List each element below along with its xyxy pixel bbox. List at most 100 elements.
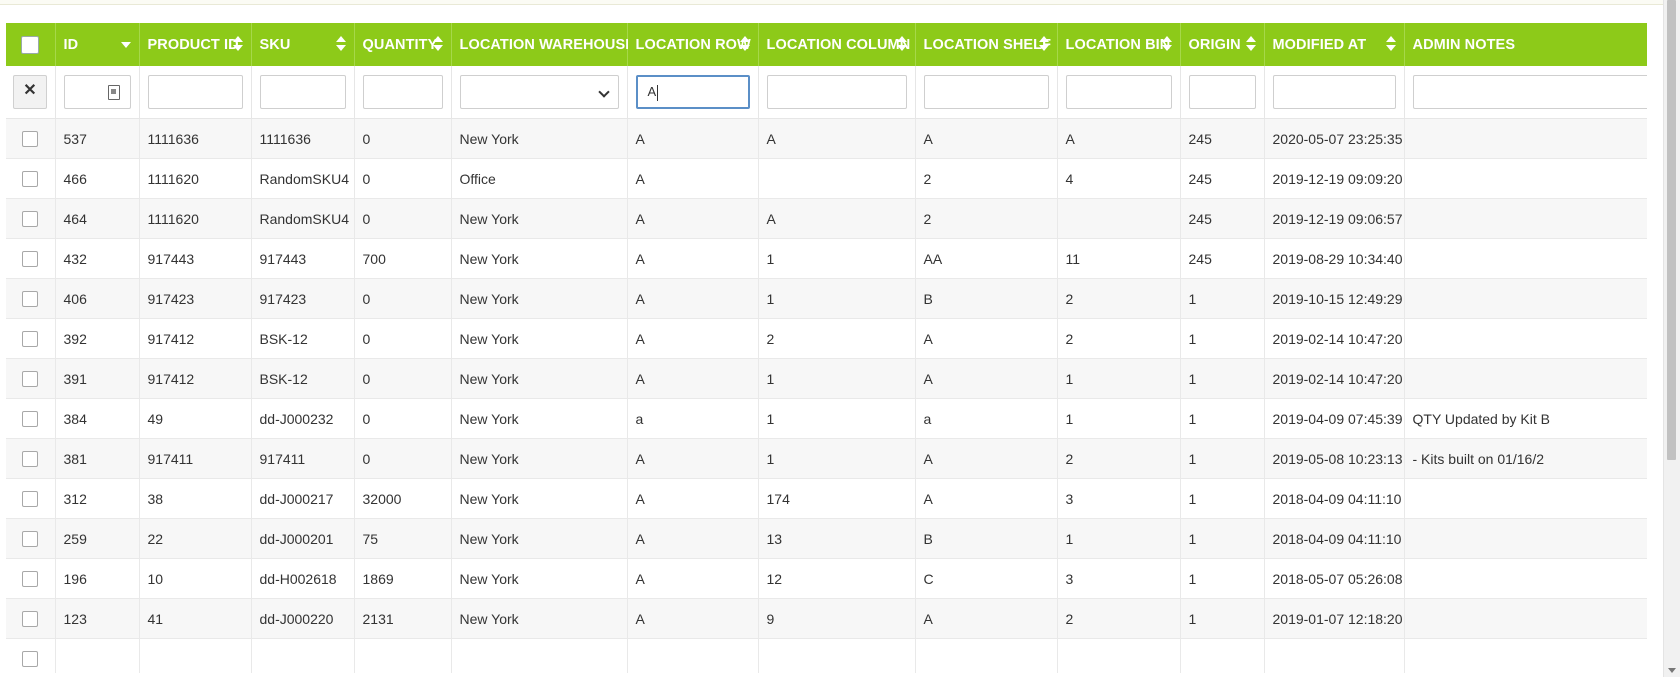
modified-at-filter-input[interactable] xyxy=(1272,75,1396,109)
cell-location-column: 1 xyxy=(758,398,916,439)
cell-id: 466 xyxy=(55,158,140,199)
product-id-filter-input[interactable] xyxy=(147,75,243,109)
column-header-location-row[interactable]: LOCATION ROW xyxy=(627,23,759,66)
table-row[interactable]: 123 41 dd-J000220 2131 New York A 9 A 2 1 2019-01-… xyxy=(6,598,1647,639)
row-select-cell xyxy=(6,478,56,519)
cell-location-bin: 2 xyxy=(1057,318,1181,359)
cell-modified-at: 2019-02-14 10:47:20 xyxy=(1264,318,1405,359)
cell-quantity: 0 xyxy=(354,438,452,479)
cell-admin-notes xyxy=(1404,358,1647,399)
sort-icon[interactable] xyxy=(1161,36,1172,52)
row-checkbox[interactable] xyxy=(22,611,38,628)
cell-admin-notes xyxy=(1404,478,1647,519)
column-header-location-column[interactable]: LOCATION COLUMN xyxy=(758,23,916,66)
row-checkbox[interactable] xyxy=(22,531,38,548)
cell-origin: 1 xyxy=(1180,398,1265,439)
cell-location-warehouse: New York xyxy=(451,558,628,599)
row-checkbox[interactable] xyxy=(22,371,38,388)
sort-icon[interactable] xyxy=(739,36,750,52)
clear-filters-button[interactable]: ✕ xyxy=(13,75,47,109)
column-header-sku[interactable]: SKU xyxy=(251,23,355,66)
column-header-location-bin[interactable]: LOCATION BIN xyxy=(1057,23,1181,66)
table-row[interactable]: 432 917443 917443 700 New York A 1 AA 11 245 2019-… xyxy=(6,238,1647,279)
origin-filter-input[interactable] xyxy=(1188,75,1256,109)
row-checkbox[interactable] xyxy=(22,331,38,348)
location-warehouse-filter-select[interactable] xyxy=(459,75,619,109)
cell-quantity: 0 xyxy=(354,398,452,439)
row-checkbox[interactable] xyxy=(22,291,38,308)
column-header-id[interactable]: ID xyxy=(55,23,140,66)
vertical-scrollbar[interactable] xyxy=(1663,0,1680,677)
location-bin-filter-input[interactable] xyxy=(1065,75,1172,109)
sort-desc-icon[interactable] xyxy=(120,36,131,52)
cell-modified-at: 2019-12-19 09:09:20 xyxy=(1264,158,1405,199)
table-row[interactable]: 384 49 dd-J000232 0 New York a 1 a 1 1 2019-04-09 … xyxy=(6,398,1647,439)
id-filter-input[interactable] xyxy=(63,75,131,109)
cell-sku: 1111636 xyxy=(251,118,355,159)
sort-icon[interactable] xyxy=(432,36,443,52)
cell-location-shelf: AA xyxy=(915,238,1058,279)
row-checkbox[interactable] xyxy=(22,491,38,508)
row-checkbox[interactable] xyxy=(22,411,38,428)
sort-icon[interactable] xyxy=(896,36,907,52)
table-row[interactable]: 381 917411 917411 0 New York A 1 A 2 1 2019-05-08 … xyxy=(6,438,1647,479)
cell-location-bin: 2 xyxy=(1057,438,1181,479)
row-checkbox[interactable] xyxy=(22,131,38,148)
calendar-icon[interactable] xyxy=(107,85,120,100)
cell-origin: 245 xyxy=(1180,158,1265,199)
location-shelf-filter-input[interactable] xyxy=(923,75,1049,109)
scroll-down-arrow-icon[interactable] xyxy=(1668,668,1676,673)
row-checkbox[interactable] xyxy=(22,651,38,668)
sort-icon[interactable] xyxy=(232,36,243,52)
cell-location-shelf: A xyxy=(915,478,1058,519)
cell-location-shelf: A xyxy=(915,118,1058,159)
sort-icon[interactable] xyxy=(1038,36,1049,52)
admin-notes-filter-input[interactable] xyxy=(1412,75,1647,109)
row-checkbox[interactable] xyxy=(22,171,38,188)
quantity-filter-input[interactable] xyxy=(362,75,443,109)
table-row[interactable]: 391 917412 BSK-12 0 New York A 1 A 1 1 2019-02-14 … xyxy=(6,358,1647,399)
cell-origin: 1 xyxy=(1180,438,1265,479)
table-row[interactable]: 392 917412 BSK-12 0 New York A 2 A 2 1 2019-02-14 … xyxy=(6,318,1647,359)
cell-origin: 1 xyxy=(1180,518,1265,559)
cell-location-bin xyxy=(1057,198,1181,239)
row-checkbox[interactable] xyxy=(22,211,38,228)
table-row[interactable]: 406 917423 917423 0 New York A 1 B 2 1 2019-10-15 … xyxy=(6,278,1647,319)
row-checkbox[interactable] xyxy=(22,571,38,588)
column-header-location-shelf[interactable]: LOCATION SHELF xyxy=(915,23,1058,66)
location-row-filter-input[interactable]: A xyxy=(635,75,750,109)
table-row[interactable]: 312 38 dd-J000217 32000 New York A 174 A 3 1 2018-… xyxy=(6,478,1647,519)
sku-filter-input[interactable] xyxy=(259,75,346,109)
column-header-label: LOCATION WAREHOUSE xyxy=(459,36,636,53)
table-row[interactable] xyxy=(6,638,1647,673)
sort-icon[interactable] xyxy=(335,36,346,52)
column-header-label: LOCATION ROW xyxy=(635,36,751,53)
cell-location-warehouse: New York xyxy=(451,198,628,239)
cell-location-row: A xyxy=(627,118,759,159)
sort-icon[interactable] xyxy=(1245,36,1256,52)
cell-location-row: A xyxy=(627,318,759,359)
select-all-checkbox[interactable] xyxy=(21,35,39,54)
sort-icon[interactable] xyxy=(1385,36,1396,52)
column-header-modified-at[interactable]: MODIFIED AT xyxy=(1264,23,1405,66)
scrollbar-thumb[interactable] xyxy=(1667,0,1676,460)
filter-cell xyxy=(1180,66,1265,119)
table-row[interactable]: 259 22 dd-J000201 75 New York A 13 B 1 1 2018-04-0… xyxy=(6,518,1647,559)
select-all-header[interactable] xyxy=(6,23,56,66)
column-header-quantity[interactable]: QUANTITY xyxy=(354,23,452,66)
column-header-origin[interactable]: ORIGIN xyxy=(1180,23,1265,66)
row-checkbox[interactable] xyxy=(22,451,38,468)
table-row[interactable]: 196 10 dd-H002618 1869 New York A 12 C 3 1 2018-05… xyxy=(6,558,1647,599)
table-row[interactable]: 537 1111636 1111636 0 New York A A A A 245 2020-05… xyxy=(6,118,1647,159)
table-row[interactable]: 466 1111620 RandomSKU4 0 Office A 2 4 245 2019-12… xyxy=(6,158,1647,199)
cell-location-column: 1 xyxy=(758,358,916,399)
cell-quantity: 1869 xyxy=(354,558,452,599)
cell-modified-at: 2018-04-09 04:11:10 xyxy=(1264,518,1405,559)
cell-location-column: 2 xyxy=(758,318,916,359)
column-header-product-id[interactable]: PRODUCT ID xyxy=(139,23,252,66)
location-column-filter-input[interactable] xyxy=(766,75,907,109)
table-row[interactable]: 464 1111620 RandomSKU4 0 New York A A 2 245 2019-… xyxy=(6,198,1647,239)
filter-cell xyxy=(1404,66,1647,119)
row-checkbox[interactable] xyxy=(22,251,38,268)
cell-location-bin: 3 xyxy=(1057,478,1181,519)
